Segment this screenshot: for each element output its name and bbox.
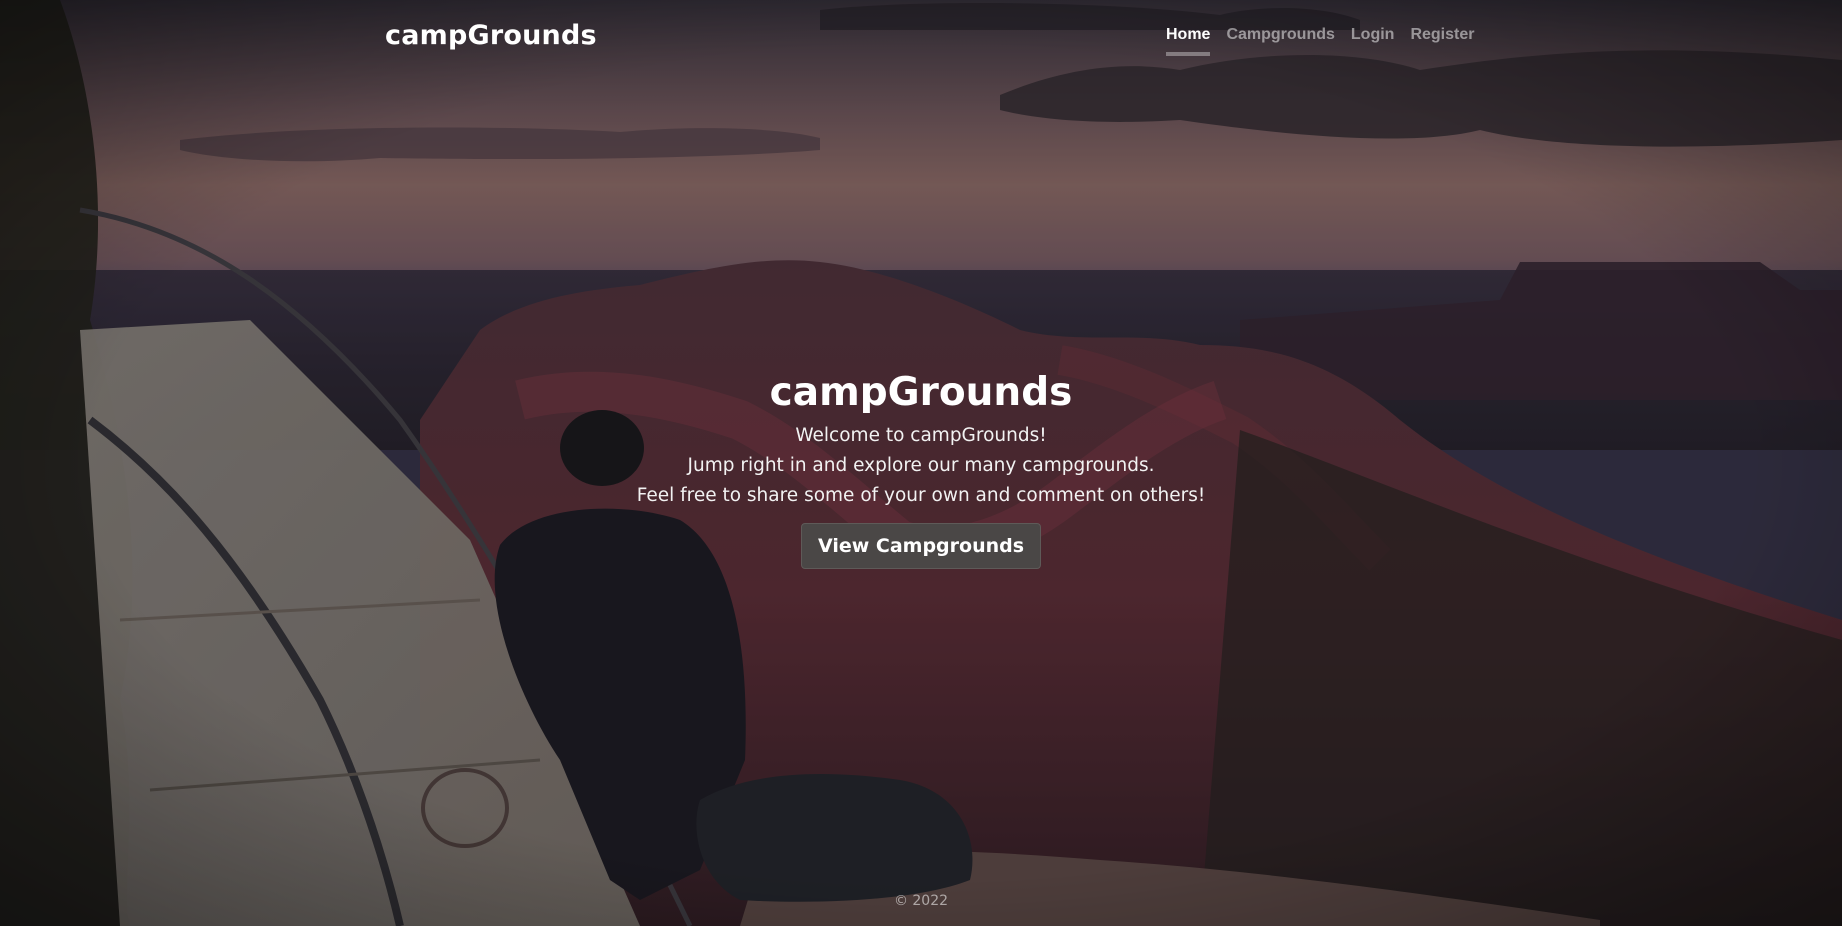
- hero-title: campGrounds: [769, 370, 1073, 415]
- hero-line-welcome: Welcome to campGrounds!: [795, 425, 1047, 446]
- nav-link-register[interactable]: Register: [1402, 26, 1482, 44]
- view-campgrounds-button[interactable]: View Campgrounds: [800, 523, 1042, 569]
- navbar: campGrounds Home Campgrounds Login Regis…: [0, 18, 1842, 58]
- nav-link-login[interactable]: Login: [1343, 26, 1403, 44]
- hero-line-share: Feel free to share some of your own and …: [636, 485, 1206, 506]
- nav-link-campgrounds[interactable]: Campgrounds: [1218, 26, 1342, 44]
- nav-link-home[interactable]: Home: [1166, 26, 1218, 56]
- hero-section: campGrounds Welcome to campGrounds! Jump…: [0, 365, 1842, 569]
- copyright-text: © 2022: [893, 893, 949, 909]
- navbar-brand[interactable]: campGrounds: [385, 20, 597, 51]
- hero-lead: Welcome to campGrounds! Jump right in an…: [0, 421, 1842, 511]
- nav-links: Home Campgrounds Login Register: [1166, 26, 1482, 56]
- hero-line-explore: Jump right in and explore our many campg…: [687, 455, 1155, 476]
- footer: © 2022: [0, 893, 1842, 909]
- landing-page: campGrounds Home Campgrounds Login Regis…: [0, 0, 1842, 926]
